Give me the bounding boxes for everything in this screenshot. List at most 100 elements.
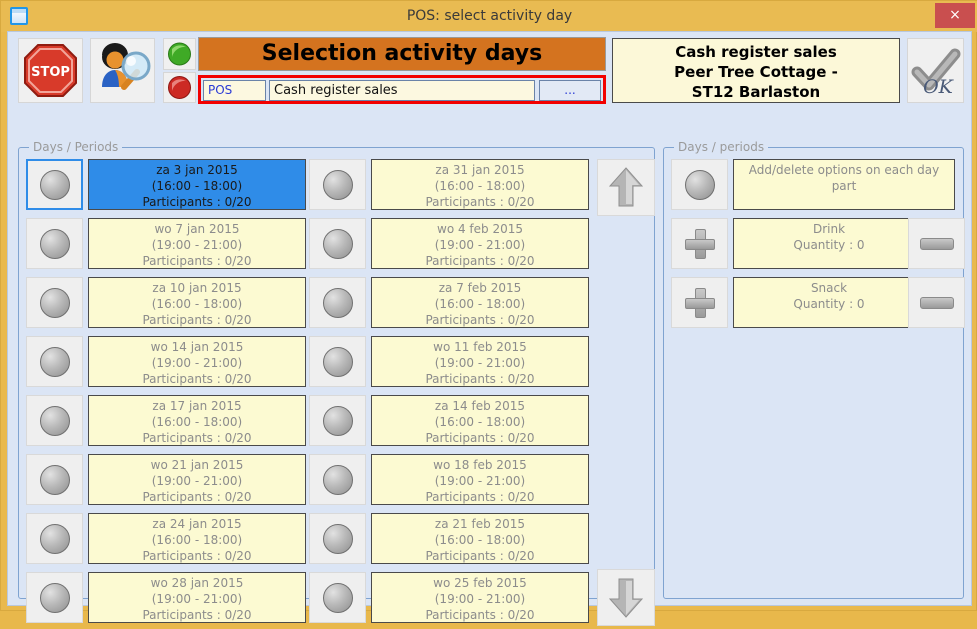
svg-text:STOP: STOP xyxy=(31,65,70,80)
window-title: POS: select activity day xyxy=(406,8,573,24)
day-row-date: wo 11 feb 2015 xyxy=(433,340,527,354)
red-light-button[interactable] xyxy=(163,72,196,103)
info-line-3: ST12 Barlaston xyxy=(691,83,821,101)
day-row-cell[interactable]: za 24 jan 2015 (16:00 - 18:00) Participant… xyxy=(88,513,306,564)
green-light-button[interactable] xyxy=(163,38,196,70)
day-row-radio[interactable] xyxy=(309,572,366,623)
day-row-cell[interactable]: za 3 jan 2015 (16:00 - 18:00) Participants… xyxy=(88,159,306,210)
day-row-participants: Participants : 0/20 xyxy=(142,549,252,563)
page-title-banner: Selection activity days xyxy=(198,37,606,71)
day-row-cell[interactable]: za 14 feb 2015 (16:00 - 18:00) Participant… xyxy=(371,395,589,446)
day-row-participants: Participants : 0/20 xyxy=(425,431,535,445)
group-title-left: Days / Periods xyxy=(29,140,123,154)
day-row-participants: Participants : 0/20 xyxy=(425,608,535,622)
day-row-radio[interactable] xyxy=(309,395,366,446)
day-row-cell[interactable]: wo 21 jan 2015 (19:00 - 21:00) Participant… xyxy=(88,454,306,505)
radio-ball-icon xyxy=(39,405,70,436)
option-remove-button[interactable] xyxy=(908,277,965,328)
day-row-date: wo 28 jan 2015 xyxy=(150,576,244,590)
pos-value-input[interactable]: Cash register sales xyxy=(269,80,535,101)
day-row-radio[interactable] xyxy=(309,218,366,269)
day-row-cell[interactable]: wo 11 feb 2015 (19:00 - 21:00) Participant… xyxy=(371,336,589,387)
red-light-icon xyxy=(168,76,191,99)
day-row-participants: Participants : 0/20 xyxy=(142,372,252,386)
green-light-icon xyxy=(168,42,191,66)
day-row-radio[interactable] xyxy=(26,513,83,564)
day-row-radio[interactable] xyxy=(309,277,366,328)
browse-button[interactable]: ... xyxy=(539,80,601,101)
scroll-up-button[interactable] xyxy=(597,159,655,216)
pos-label: POS xyxy=(203,80,266,101)
checkmark-ok-icon: OK xyxy=(911,48,961,98)
radio-ball-icon xyxy=(322,287,353,318)
day-row-date: za 10 jan 2015 xyxy=(152,281,242,295)
option-header-line-2: part xyxy=(831,179,857,193)
radio-ball-icon xyxy=(39,346,70,377)
day-row-participants: Participants : 0/20 xyxy=(425,490,535,504)
option-header-cell: Add/delete options on each day part xyxy=(733,159,955,210)
option-remove-button[interactable] xyxy=(908,218,965,269)
day-row-radio[interactable] xyxy=(26,336,83,387)
day-row-cell[interactable]: za 7 feb 2015 (16:00 - 18:00) Participants… xyxy=(371,277,589,328)
day-row-cell[interactable]: wo 14 jan 2015 (19:00 - 21:00) Participant… xyxy=(88,336,306,387)
radio-ball-icon xyxy=(322,228,353,259)
day-row-cell[interactable]: wo 28 jan 2015 (19:00 - 21:00) Participant… xyxy=(88,572,306,623)
stop-button[interactable]: STOP xyxy=(18,38,83,103)
option-quantity: Quantity : 0 xyxy=(793,297,865,311)
day-row-date: za 3 jan 2015 xyxy=(156,163,238,177)
day-row-participants: Participants : 0/20 xyxy=(425,549,535,563)
day-row-cell[interactable]: wo 18 feb 2015 (19:00 - 21:00) Participant… xyxy=(371,454,589,505)
day-row-radio[interactable] xyxy=(309,454,366,505)
day-row-cell[interactable]: za 31 jan 2015 (16:00 - 18:00) Participant… xyxy=(371,159,589,210)
day-row-date: wo 4 feb 2015 xyxy=(437,222,523,236)
day-row-radio[interactable] xyxy=(26,572,83,623)
radio-ball-icon xyxy=(322,523,353,554)
day-row-radio[interactable] xyxy=(26,277,83,328)
pos-field-group: POS Cash register sales ... xyxy=(198,75,606,104)
ok-button[interactable]: OK xyxy=(907,38,964,103)
option-cell[interactable]: Snack Quantity : 0 xyxy=(733,277,925,328)
day-row-radio[interactable] xyxy=(309,159,366,210)
day-row-cell[interactable]: za 21 feb 2015 (16:00 - 18:00) Participant… xyxy=(371,513,589,564)
info-line-1: Cash register sales xyxy=(675,43,837,61)
day-row-participants: Participants : 0/20 xyxy=(425,372,535,386)
radio-ball-icon xyxy=(39,169,70,200)
day-row-time: (19:00 - 21:00) xyxy=(434,474,526,488)
day-row-cell[interactable]: za 10 jan 2015 (16:00 - 18:00) Participant… xyxy=(88,277,306,328)
day-row-participants: Participants : 0/20 xyxy=(142,490,252,504)
day-row-cell[interactable]: wo 7 jan 2015 (19:00 - 21:00) Participants… xyxy=(88,218,306,269)
option-add-button[interactable] xyxy=(671,277,728,328)
radio-ball-icon xyxy=(39,464,70,495)
user-magnifier-icon xyxy=(102,43,151,90)
day-row-date: wo 21 jan 2015 xyxy=(150,458,244,472)
scroll-down-button[interactable] xyxy=(597,569,655,626)
day-row-cell[interactable]: za 17 jan 2015 (16:00 - 18:00) Participant… xyxy=(88,395,306,446)
day-row-radio[interactable] xyxy=(309,513,366,564)
option-add-button[interactable] xyxy=(671,218,728,269)
day-row-time: (19:00 - 21:00) xyxy=(434,238,526,252)
day-row-time: (16:00 - 18:00) xyxy=(434,415,526,429)
option-cell[interactable]: Drink Quantity : 0 xyxy=(733,218,925,269)
day-row-date: za 14 feb 2015 xyxy=(434,399,526,413)
day-row-time: (16:00 - 18:00) xyxy=(434,179,526,193)
close-button[interactable]: × xyxy=(935,3,975,28)
user-search-button[interactable] xyxy=(90,38,155,103)
day-row-time: (19:00 - 21:00) xyxy=(434,592,526,606)
arrow-down-icon xyxy=(608,578,644,618)
day-row-time: (19:00 - 21:00) xyxy=(151,474,243,488)
day-row-time: (19:00 - 21:00) xyxy=(151,356,243,370)
day-row-radio[interactable] xyxy=(26,159,83,210)
day-row-cell[interactable]: wo 4 feb 2015 (19:00 - 21:00) Participants… xyxy=(371,218,589,269)
day-row-radio[interactable] xyxy=(26,218,83,269)
client-area: STOP Selection activity days POS Cash re… xyxy=(7,31,972,626)
info-line-2: Peer Tree Cottage - xyxy=(674,63,838,81)
day-row-radio[interactable] xyxy=(309,336,366,387)
option-header-radio[interactable] xyxy=(671,159,728,210)
day-row-participants: Participants : 0/20 xyxy=(425,254,535,268)
day-row-cell[interactable]: wo 25 feb 2015 (19:00 - 21:00) Participant… xyxy=(371,572,589,623)
day-row-radio[interactable] xyxy=(26,454,83,505)
day-row-radio[interactable] xyxy=(26,395,83,446)
day-row-date: za 31 jan 2015 xyxy=(435,163,525,177)
day-row-date: za 17 jan 2015 xyxy=(152,399,242,413)
day-row-participants: Participants : 0/20 xyxy=(142,195,252,209)
